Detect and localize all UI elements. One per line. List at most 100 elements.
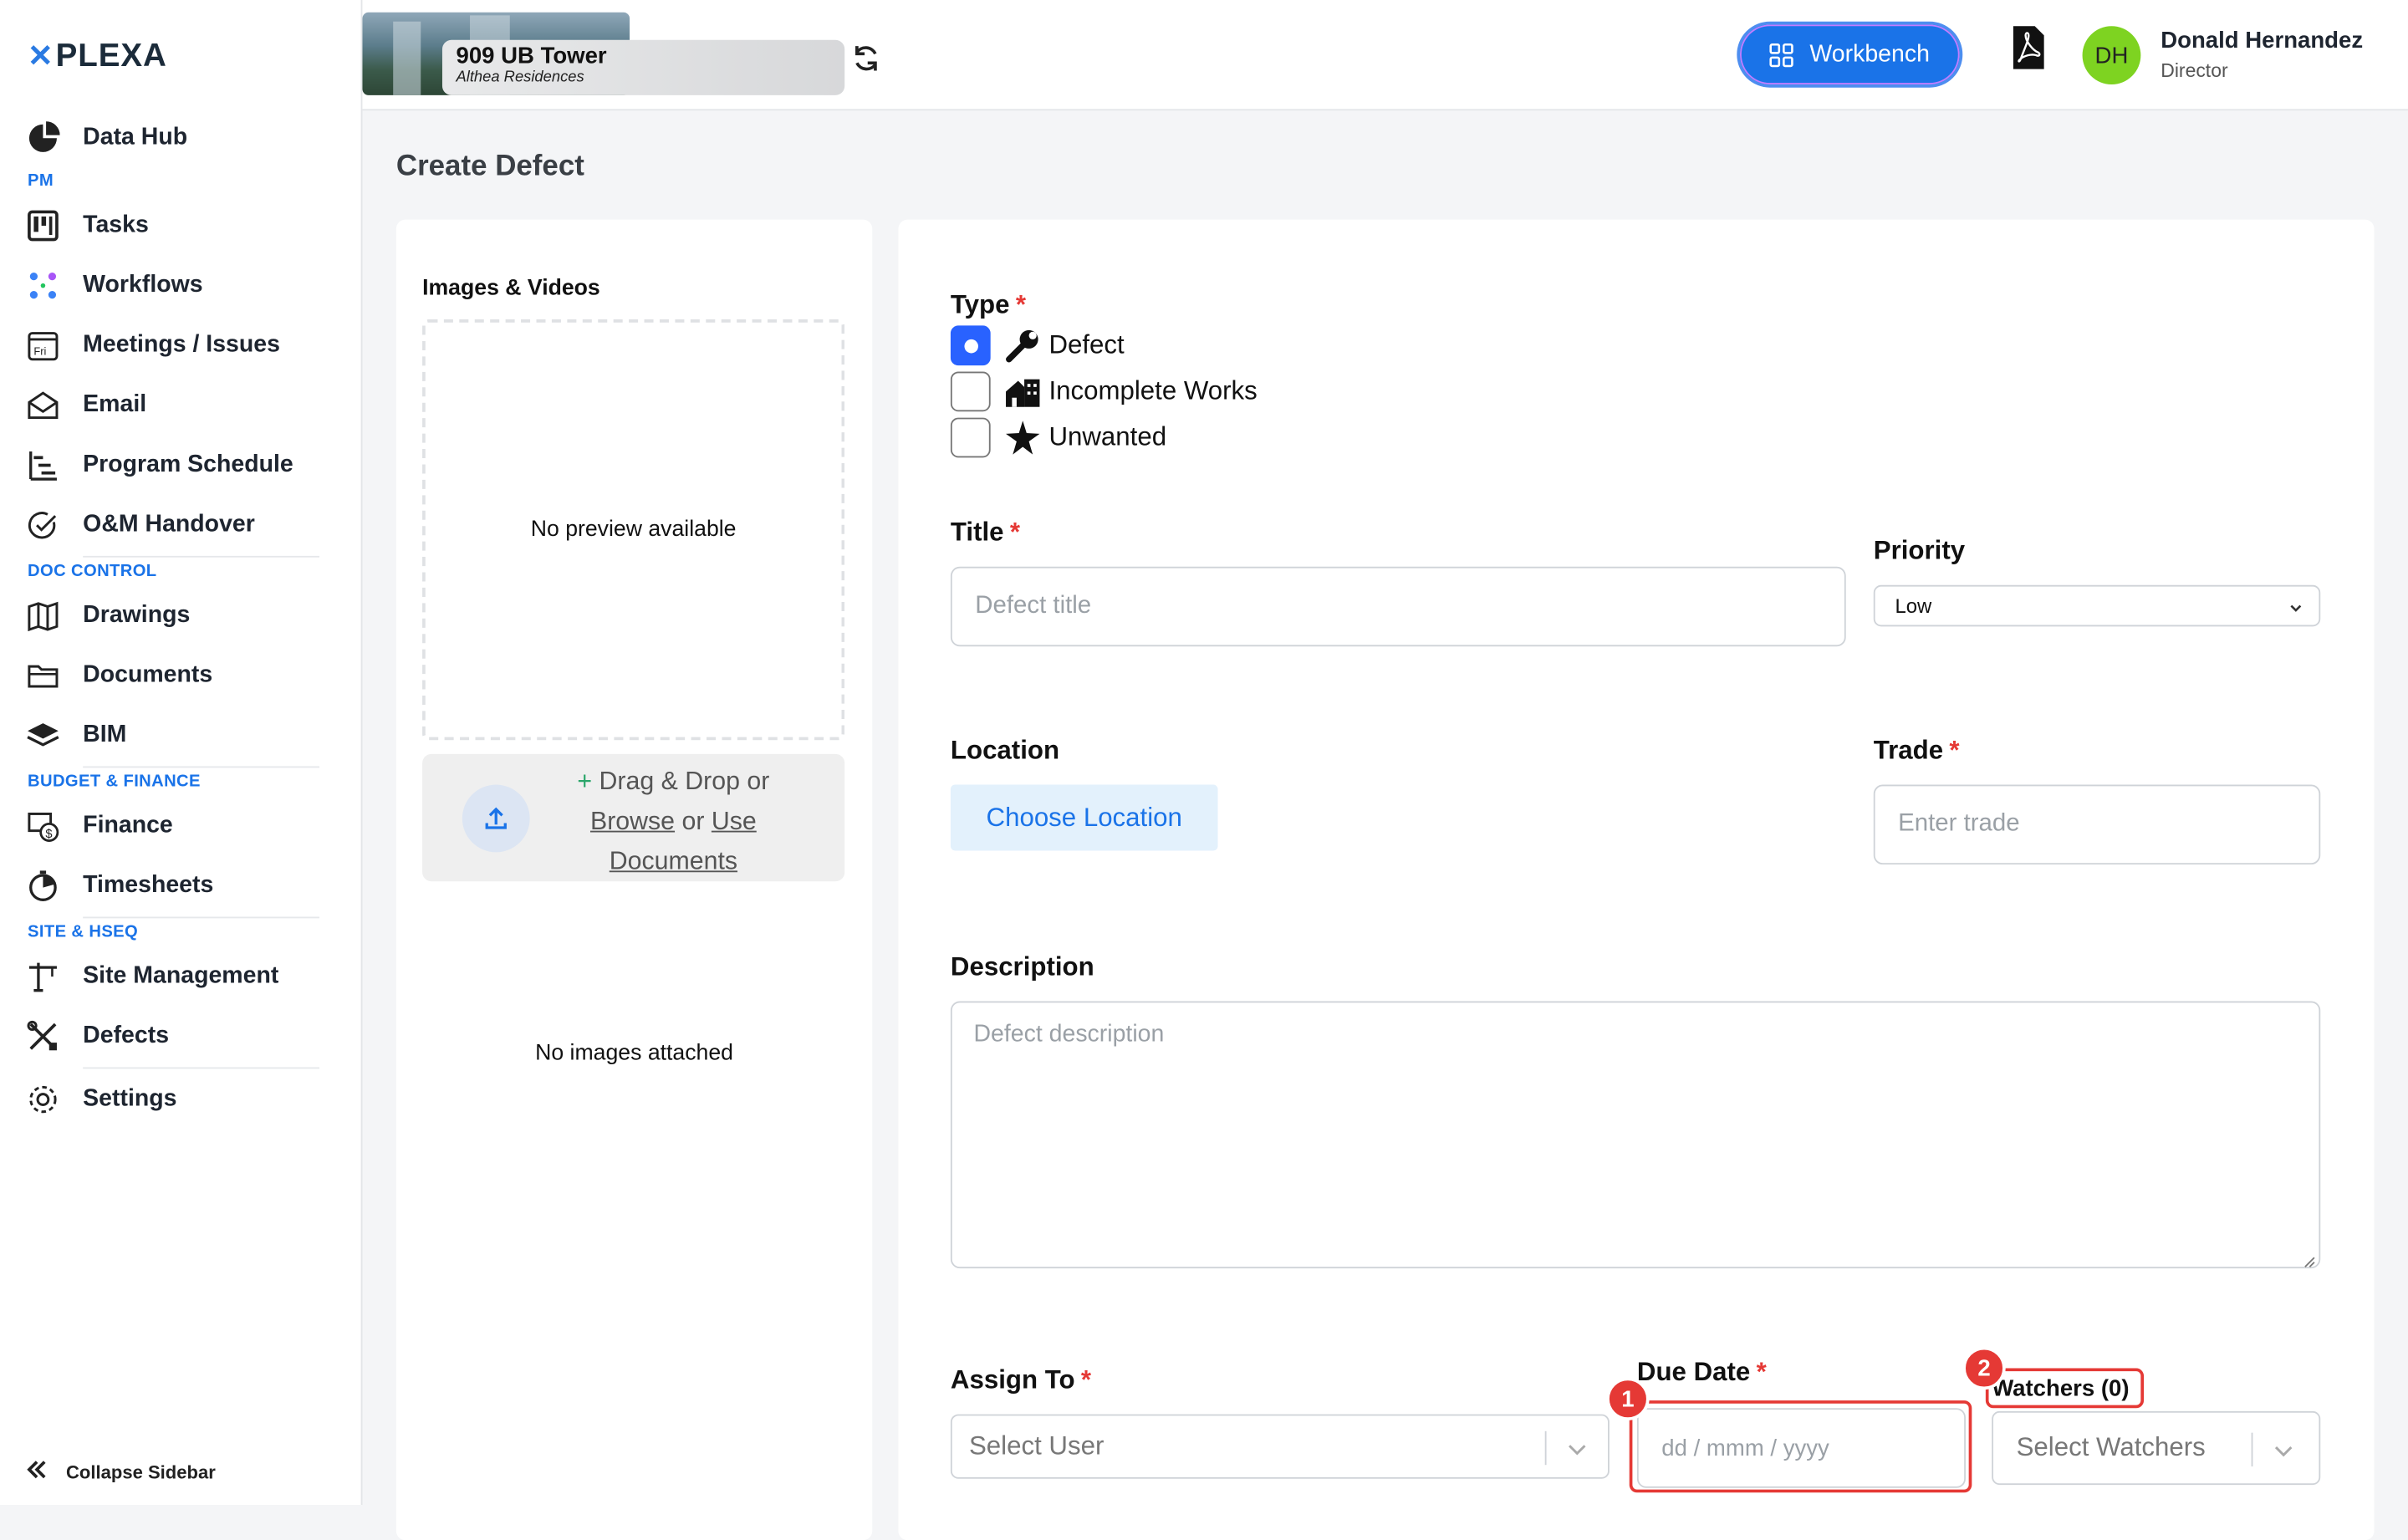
trade-label-text: Trade: [1873, 735, 1944, 765]
type-option-incomplete-works[interactable]: Incomplete Works: [950, 371, 1258, 412]
no-images-text: No images attached: [535, 1041, 733, 1066]
sidebar-item-label: Site Management: [83, 961, 279, 988]
sidebar-item-meetings[interactable]: Fri Meetings / Issues: [0, 315, 362, 375]
sidebar-item-label: Documents: [83, 660, 213, 687]
assign-placeholder: Select User: [968, 1430, 1105, 1461]
plus-icon: +: [577, 767, 593, 796]
select-separator: [1544, 1430, 1547, 1466]
required-mark: *: [1949, 735, 1960, 765]
collapse-sidebar-button[interactable]: Collapse Sidebar: [26, 1459, 216, 1485]
sidebar-item-email[interactable]: Email: [0, 375, 362, 435]
sidebar-item-finance[interactable]: $ Finance: [0, 795, 362, 855]
sidebar-item-data-hub[interactable]: Data Hub: [0, 108, 362, 168]
sidebar-item-label: Settings: [83, 1084, 177, 1111]
upload-icon[interactable]: [462, 784, 530, 853]
drag-drop-text: Drag & Drop or: [599, 767, 770, 796]
required-mark: *: [1009, 517, 1021, 547]
type-option-label: Incomplete Works: [1048, 375, 1258, 405]
trade-input[interactable]: Enter trade: [1873, 784, 2321, 865]
sidebar-item-workflows[interactable]: Workflows: [0, 255, 362, 315]
type-option-label: Defect: [1048, 329, 1125, 360]
project-subtitle: Althea Residences: [456, 69, 584, 86]
check-circle-icon: [26, 507, 59, 541]
user-name: Donald Hernandez: [2161, 28, 2364, 54]
highlight-watchers: [1985, 1368, 2145, 1409]
sidebar-item-site-management[interactable]: Site Management: [0, 946, 362, 1006]
project-selector[interactable]: 909 UB Tower Althea Residences: [362, 12, 845, 95]
folder-icon: [26, 658, 59, 691]
priority-select[interactable]: Low: [1873, 584, 2321, 627]
watchers-select[interactable]: Select Watchers: [1992, 1410, 2321, 1486]
sidebar-item-defects[interactable]: Defects: [0, 1006, 362, 1066]
plexa-logo[interactable]: ✕ PLEXA: [28, 37, 167, 75]
description-textarea[interactable]: Defect description: [950, 1001, 2321, 1269]
type-label-text: Type: [950, 290, 1010, 320]
upload-dropzone[interactable]: + Drag & Drop or Browse or Use Documents: [422, 753, 845, 882]
calendar-icon: Fri: [26, 328, 59, 361]
assign-label-text: Assign To: [950, 1364, 1075, 1395]
annotation-badge-1: 1: [1606, 1377, 1650, 1420]
choose-location-button[interactable]: Choose Location: [950, 784, 1218, 851]
media-panel: Images & Videos No preview available + D…: [395, 219, 873, 1540]
user-role: Director: [2161, 59, 2228, 82]
trade-placeholder: Enter trade: [1898, 810, 2020, 838]
sidebar-item-tasks[interactable]: Tasks: [0, 195, 362, 255]
crane-icon: [26, 959, 59, 992]
workbench-button[interactable]: Workbench: [1737, 21, 1963, 88]
incomplete-works-checkbox[interactable]: [950, 371, 991, 412]
title-label-text: Title: [950, 517, 1004, 547]
required-mark: *: [1080, 1364, 1092, 1395]
sync-icon[interactable]: [851, 43, 882, 83]
sidebar-item-label: Finance: [83, 811, 173, 838]
type-option-unwanted[interactable]: Unwanted: [950, 417, 1166, 458]
assign-user-select[interactable]: Select User: [950, 1414, 1610, 1479]
sidebar-item-label: Workflows: [83, 271, 203, 298]
workflow-icon: [26, 268, 59, 302]
sidebar-item-label: Timesheets: [83, 871, 214, 898]
page-title: Create Defect: [395, 150, 584, 183]
title-input[interactable]: Defect title: [950, 566, 1846, 647]
select-separator: [2251, 1432, 2253, 1467]
sidebar-item-documents[interactable]: Documents: [0, 645, 362, 705]
priority-label: Priority: [1873, 536, 1966, 565]
type-option-defect[interactable]: Defect: [950, 325, 1125, 366]
pdf-icon[interactable]: [2012, 24, 2045, 70]
sidebar-item-bim[interactable]: BIM: [0, 705, 362, 765]
avatar[interactable]: DH: [2082, 26, 2141, 85]
priority-value: Low: [1895, 594, 1932, 618]
sidebar-item-label: Tasks: [83, 211, 149, 237]
browse-link[interactable]: Browse: [590, 808, 675, 835]
logo-text: PLEXA: [55, 37, 167, 74]
media-title: Images & Videos: [422, 276, 600, 301]
upload-instructions: + Drag & Drop or Browse or Use Documents: [554, 762, 793, 881]
sidebar-item-program-schedule[interactable]: Program Schedule: [0, 435, 362, 495]
gear-icon: [26, 1082, 59, 1115]
or-text: or: [681, 808, 705, 836]
sidebar-item-label: Defects: [83, 1022, 170, 1048]
sidebar-item-timesheets[interactable]: Timesheets: [0, 855, 362, 915]
tools-icon: [26, 1019, 59, 1053]
stopwatch-icon: [26, 869, 59, 902]
trade-label: Trade *: [1874, 736, 1960, 767]
preview-area: No preview available: [422, 319, 845, 741]
sidebar-nav: Data Hub PM Tasks Workflows Fri Meetings…: [0, 108, 362, 1129]
svg-text:$: $: [45, 827, 52, 840]
sidebar-item-label: Email: [83, 390, 147, 417]
annotation-badge-2: 2: [1962, 1346, 2006, 1390]
project-name: 909 UB Tower: [456, 43, 607, 69]
gantt-icon: [26, 447, 59, 481]
sidebar-item-om-handover[interactable]: O&M Handover: [0, 494, 362, 554]
unwanted-checkbox[interactable]: [950, 417, 991, 458]
defect-form: Type * Defect Incomplete Works Unwanted T…: [898, 219, 2375, 1540]
sidebar-item-settings[interactable]: Settings: [0, 1068, 362, 1129]
section-site-hseq: SITE & HSEQ: [28, 922, 139, 941]
sidebar-item-drawings[interactable]: Drawings: [0, 585, 362, 645]
resize-grip-icon[interactable]: [2300, 1248, 2315, 1267]
required-mark: *: [1015, 290, 1027, 320]
section-budget-finance: BUDGET & FINANCE: [28, 772, 201, 791]
assign-to-label: Assign To *: [951, 1365, 1091, 1396]
building-icon: [1004, 373, 1041, 410]
svg-text:Fri: Fri: [33, 344, 46, 356]
defect-checkbox[interactable]: [950, 325, 991, 366]
location-label: Location: [950, 735, 1060, 765]
